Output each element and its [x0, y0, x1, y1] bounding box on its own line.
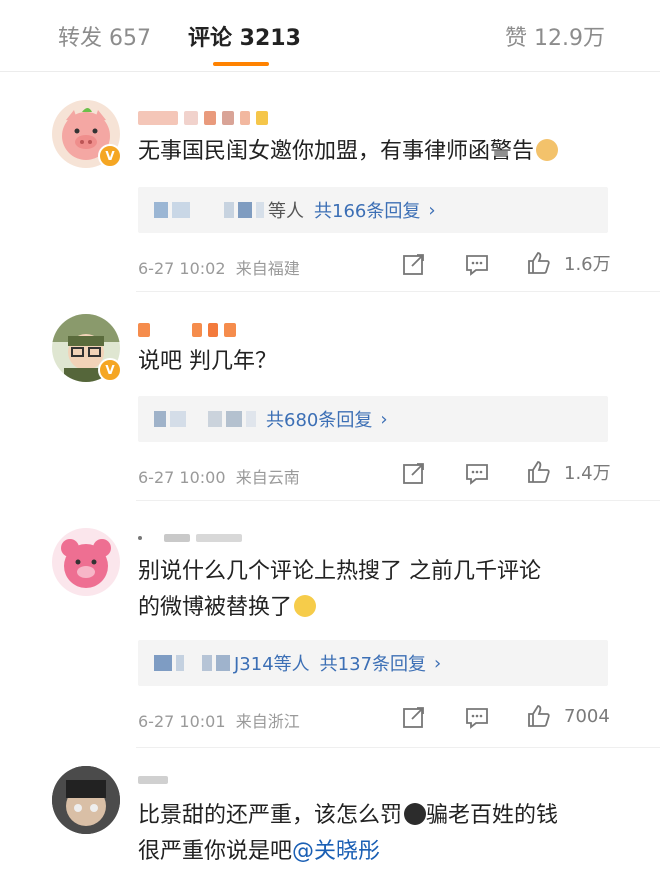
share-icon: [403, 463, 424, 484]
thumbs-up-icon: [528, 705, 550, 727]
smile-emoji-icon: [294, 595, 317, 617]
comment-text: 别说什么几个评论上热搜了 之前几千评论 的微博被替换了: [138, 559, 541, 620]
comment-icon: [466, 464, 488, 485]
username-redacted[interactable]: [138, 322, 236, 338]
dizzy-face-emoji-icon: [404, 803, 427, 825]
share-icon: [403, 254, 424, 275]
replies-count-link[interactable]: 共680条回复: [266, 406, 372, 432]
avatar[interactable]: [52, 528, 120, 596]
username-redacted[interactable]: [138, 530, 242, 546]
username-redacted[interactable]: [138, 772, 168, 788]
like-count: 1.4万: [564, 463, 611, 484]
reply-button[interactable]: [464, 704, 490, 730]
like-button[interactable]: 1.6万: [526, 250, 611, 276]
reply-button[interactable]: [464, 460, 490, 486]
thumbs-up-icon: [528, 252, 550, 274]
verified-badge-icon: V: [98, 144, 122, 168]
tab-likes[interactable]: 赞 12.9万: [505, 20, 605, 52]
comment-text: 说吧 判几年？: [138, 349, 277, 374]
share-button[interactable]: [401, 460, 427, 486]
avatar[interactable]: [52, 766, 120, 834]
tab-comments[interactable]: 评论 3213: [188, 20, 301, 52]
verified-badge-icon: V: [98, 358, 122, 382]
comment-tabs-bar: 转发 657 评论 3213 赞 12.9万: [0, 0, 660, 72]
comment-text: 无事国民闺女邀你加盟，有事律师函警告: [138, 134, 618, 170]
user-mention-link[interactable]: @关晓彤: [292, 839, 380, 864]
avatar[interactable]: V: [52, 314, 122, 382]
like-button[interactable]: 7004: [526, 703, 610, 729]
like-count: 7004: [564, 705, 610, 727]
replies-count-link[interactable]: 共166条回复: [314, 197, 420, 223]
chevron-right-icon: ›: [428, 199, 436, 221]
doge-emoji-icon: [536, 139, 559, 161]
username-redacted[interactable]: [138, 110, 268, 126]
comment-meta: 6-27 10:01 来自浙江: [138, 712, 300, 731]
comment-text: 比景甜的还严重，该怎么罚 骗老百姓的钱 很严重你说是吧@关晓彤: [138, 803, 559, 864]
replies-count-link[interactable]: 共137条回复: [320, 650, 426, 676]
share-icon: [403, 707, 424, 728]
replies-preview[interactable]: J314等人 共137条回复 ›: [138, 640, 608, 686]
comment-meta: 6-27 10:02 来自福建: [138, 259, 300, 278]
comment-meta: 6-27 10:00 来自云南: [138, 468, 300, 487]
chevron-right-icon: ›: [380, 408, 388, 430]
replies-preview[interactable]: 共680条回复 ›: [138, 396, 608, 442]
avatar[interactable]: V: [52, 100, 122, 168]
active-tab-indicator: [213, 62, 269, 66]
share-button[interactable]: [401, 251, 427, 277]
tab-repost[interactable]: 转发 657: [58, 20, 151, 52]
replies-preview[interactable]: 等人 共166条回复 ›: [138, 187, 608, 233]
chevron-right-icon: ›: [434, 652, 442, 674]
share-button[interactable]: [401, 704, 427, 730]
thumbs-up-icon: [528, 461, 550, 483]
like-button[interactable]: 1.4万: [526, 459, 611, 485]
comment-icon: [466, 708, 488, 729]
comment-icon: [466, 255, 488, 276]
reply-button[interactable]: [464, 251, 490, 277]
like-count: 1.6万: [564, 254, 611, 275]
